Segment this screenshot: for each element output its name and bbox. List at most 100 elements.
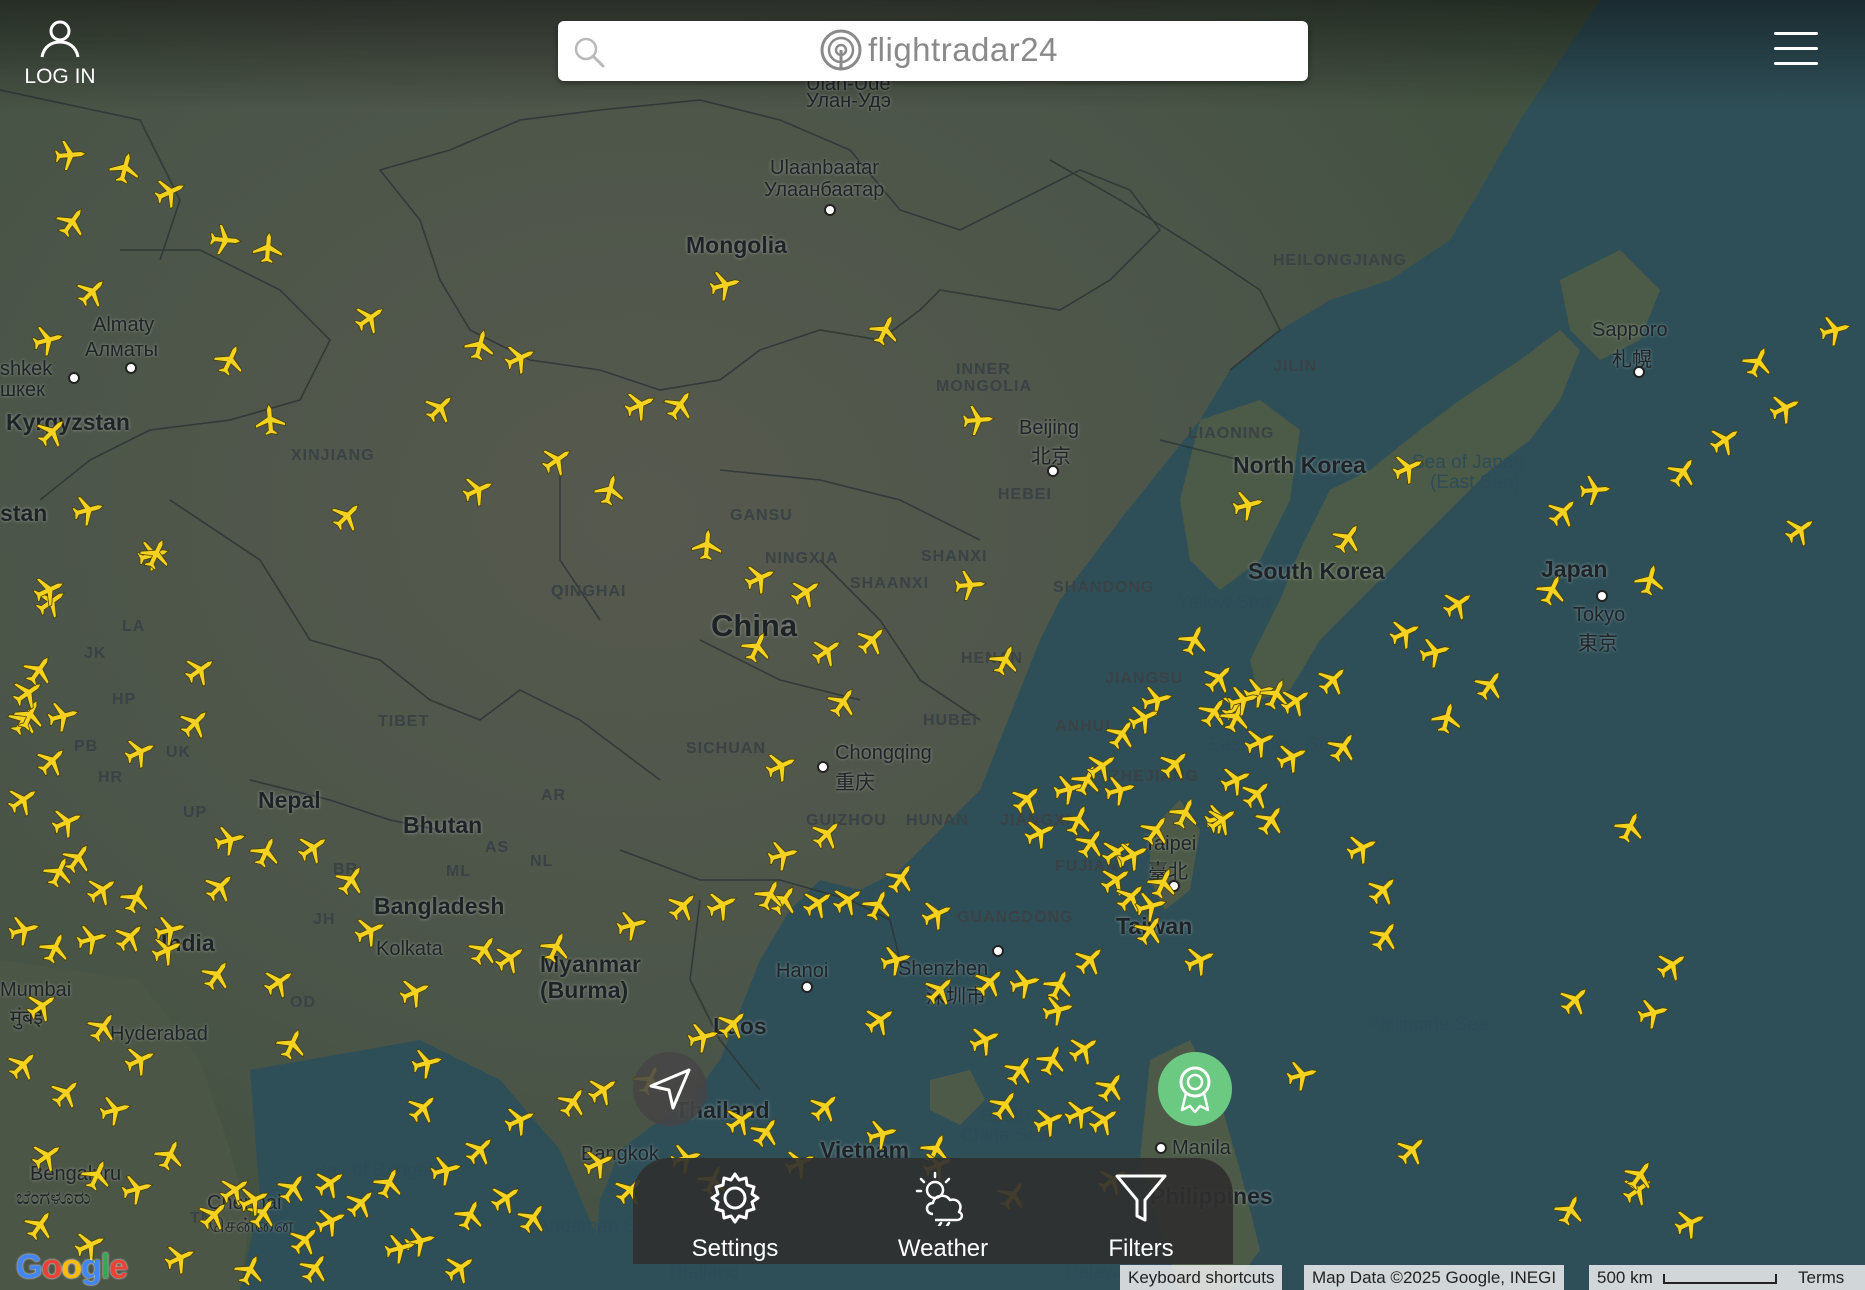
aircraft-icon[interactable] (958, 400, 998, 440)
aircraft-icon[interactable] (1555, 980, 1595, 1020)
search-bar[interactable]: flightradar24 (558, 21, 1308, 81)
aircraft-icon[interactable] (1365, 916, 1405, 956)
aircraft-icon[interactable] (860, 1000, 900, 1040)
aircraft-icon[interactable] (862, 1114, 902, 1154)
aircraft-icon[interactable] (175, 703, 215, 743)
aircraft-icon[interactable] (250, 400, 290, 440)
aircraft-icon[interactable] (120, 1040, 160, 1080)
aircraft-icon[interactable] (1630, 560, 1670, 600)
aircraft-icon[interactable] (450, 1195, 490, 1235)
award-button[interactable] (1158, 1052, 1232, 1126)
aircraft-icon[interactable] (350, 298, 390, 338)
aircraft-icon[interactable] (1705, 420, 1745, 460)
aircraft-icon[interactable] (403, 1088, 443, 1128)
aircraft-icon[interactable] (29, 570, 69, 610)
aircraft-icon[interactable] (876, 940, 916, 980)
aircraft-icon[interactable] (310, 1163, 350, 1203)
aircraft-icon[interactable] (950, 565, 990, 605)
aircraft-icon[interactable] (72, 272, 112, 312)
aircraft-icon[interactable] (1328, 518, 1368, 558)
aircraft-icon[interactable] (660, 385, 700, 425)
login-button[interactable]: LOG IN (14, 18, 106, 89)
aircraft-icon[interactable] (205, 220, 245, 260)
aircraft-icon[interactable] (77, 1155, 117, 1195)
settings-button[interactable]: Settings (665, 1170, 805, 1263)
aircraft-icon[interactable] (985, 1085, 1025, 1125)
aircraft-icon[interactable] (1670, 1203, 1710, 1243)
aircraft-icon[interactable] (1780, 510, 1820, 550)
aircraft-icon[interactable] (513, 1198, 553, 1238)
aircraft-icon[interactable] (369, 1163, 409, 1203)
aircraft-icon[interactable] (590, 470, 630, 510)
aircraft-icon[interactable] (116, 878, 156, 918)
aircraft-icon[interactable] (1438, 584, 1478, 624)
aircraft-icon[interactable] (1237, 774, 1277, 814)
aircraft-icon[interactable] (828, 880, 868, 920)
aircraft-icon[interactable] (687, 525, 727, 565)
aircraft-icon[interactable] (458, 470, 498, 510)
aircraft-icon[interactable] (1020, 813, 1060, 853)
aircraft-icon[interactable] (83, 1007, 123, 1047)
aircraft-icon[interactable] (1124, 698, 1164, 738)
aircraft-icon[interactable] (917, 894, 957, 934)
aircraft-icon[interactable] (663, 886, 703, 926)
aircraft-icon[interactable] (500, 338, 540, 378)
aircraft-icon[interactable] (1323, 727, 1363, 767)
aircraft-icon[interactable] (1532, 570, 1572, 610)
aircraft-icon[interactable] (1663, 452, 1703, 492)
aircraft-icon[interactable] (1392, 1130, 1432, 1170)
aircraft-icon[interactable] (180, 650, 220, 690)
aircraft-icon[interactable] (295, 1248, 335, 1288)
aircraft-icon[interactable] (68, 490, 108, 530)
aircraft-icon[interactable] (1620, 1155, 1660, 1195)
aircraft-icon[interactable] (500, 1100, 540, 1140)
aircraft-icon[interactable] (920, 970, 960, 1010)
aircraft-icon[interactable] (1202, 800, 1242, 840)
aircraft-icon[interactable] (1550, 1190, 1590, 1230)
aircraft-icon[interactable] (1738, 342, 1778, 382)
aircraft-icon[interactable] (230, 1250, 270, 1290)
aircraft-icon[interactable] (273, 1168, 313, 1208)
aircraft-icon[interactable] (47, 802, 87, 842)
aircraft-icon[interactable] (763, 835, 803, 875)
aircraft-icon[interactable] (46, 1073, 86, 1113)
aircraft-icon[interactable] (1385, 613, 1425, 653)
aircraft-icon[interactable] (805, 1087, 845, 1127)
aircraft-icon[interactable] (32, 412, 72, 452)
terms-link[interactable]: Terms (1790, 1265, 1865, 1290)
aircraft-icon[interactable] (1091, 1067, 1131, 1107)
aircraft-icon[interactable] (32, 741, 72, 781)
aircraft-icon[interactable] (1007, 779, 1047, 819)
aircraft-icon[interactable] (95, 1090, 135, 1130)
aircraft-icon[interactable] (19, 650, 59, 690)
aircraft-icon[interactable] (761, 746, 801, 786)
weather-button[interactable]: Weather (873, 1170, 1013, 1263)
aircraft-icon[interactable] (197, 955, 237, 995)
aircraft-icon[interactable] (1815, 310, 1855, 350)
aircraft-icon[interactable] (1470, 665, 1510, 705)
aircraft-icon[interactable] (160, 1238, 200, 1278)
aircraft-icon[interactable] (331, 860, 371, 900)
aircraft-icon[interactable] (3, 1045, 43, 1085)
aircraft-icon[interactable] (865, 310, 905, 350)
aircraft-icon[interactable] (464, 930, 504, 970)
aircraft-icon[interactable] (120, 732, 160, 772)
aircraft-icon[interactable] (1388, 448, 1428, 488)
aircraft-icon[interactable] (750, 875, 790, 915)
aircraft-icon[interactable] (1174, 620, 1214, 660)
aircraft-icon[interactable] (1652, 945, 1692, 985)
aircraft-icon[interactable] (1228, 485, 1268, 525)
aircraft-icon[interactable] (52, 202, 92, 242)
aircraft-icon[interactable] (395, 972, 435, 1012)
aircraft-icon[interactable] (1039, 965, 1079, 1005)
aircraft-icon[interactable] (1272, 737, 1312, 777)
aircraft-icon[interactable] (259, 962, 299, 1002)
aircraft-icon[interactable] (50, 135, 90, 175)
aircraft-icon[interactable] (28, 320, 68, 360)
aircraft-icon[interactable] (1363, 870, 1403, 910)
aircraft-icon[interactable] (4, 910, 44, 950)
aircraft-icon[interactable] (407, 1043, 447, 1083)
aircraft-icon[interactable] (1113, 835, 1153, 875)
keyboard-shortcuts-link[interactable]: Keyboard shortcuts (1120, 1265, 1283, 1290)
aircraft-icon[interactable] (1610, 807, 1650, 847)
